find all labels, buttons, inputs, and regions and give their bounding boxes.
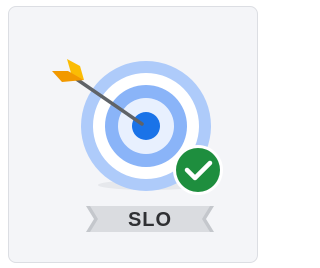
ribbon-banner: SLO xyxy=(86,206,214,232)
slo-label: SLO xyxy=(128,209,172,231)
slo-illustration: SLO xyxy=(52,59,223,232)
check-badge-icon xyxy=(173,145,223,195)
target-bullseye xyxy=(132,112,160,140)
check-badge-circle xyxy=(176,148,220,192)
